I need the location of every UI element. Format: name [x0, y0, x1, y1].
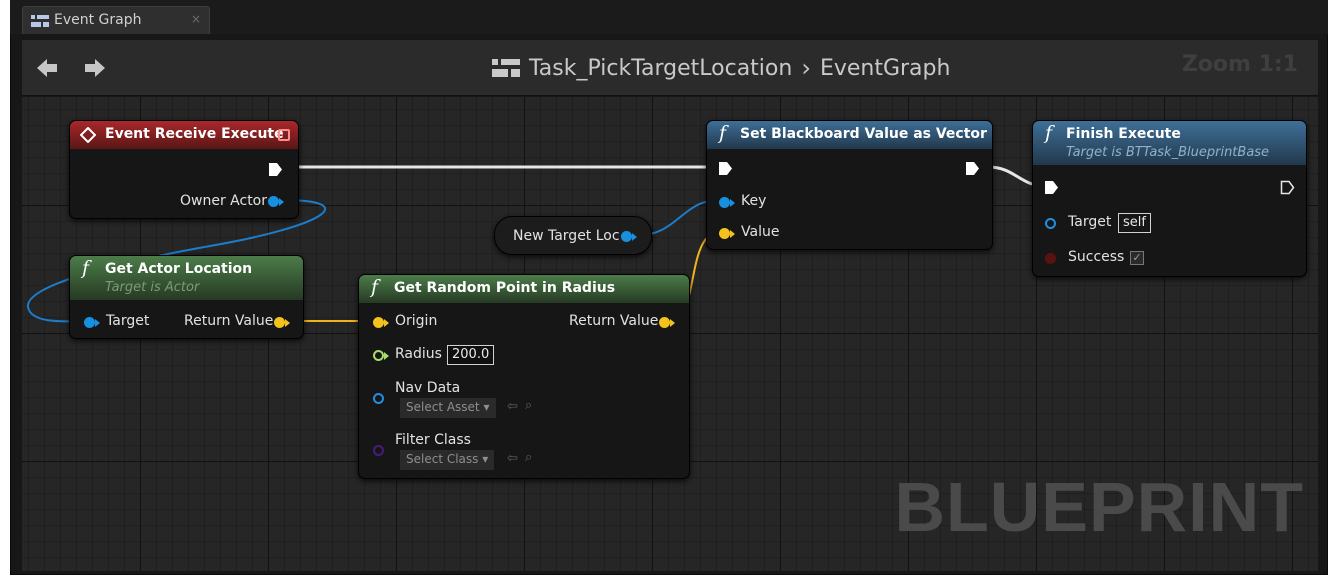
- pin-arrow-icon: [730, 230, 735, 238]
- node-title: Event Receive Execute: [105, 126, 284, 142]
- node-header: f Finish Execute Target is BTTask_Bluepr…: [1033, 121, 1306, 165]
- use-selected-arrow-icon[interactable]: ⇦: [507, 399, 518, 414]
- select-asset-dropdown[interactable]: Select Asset ▾: [400, 398, 496, 418]
- stop-icon: [278, 129, 290, 141]
- node-title: Get Actor Location: [105, 261, 253, 277]
- chevron-down-icon: ▾: [483, 400, 490, 414]
- target-pin[interactable]: [1045, 218, 1056, 229]
- graph-icon: [31, 15, 49, 27]
- pin-label-target: Target: [1068, 214, 1112, 230]
- exec-in-pin[interactable]: [1044, 180, 1059, 195]
- browse-search-icon[interactable]: ⌕: [525, 450, 532, 465]
- node-header: Event Receive Execute: [70, 121, 298, 149]
- event-receive-execute-node[interactable]: Event Receive Execute Owner Actor: [69, 120, 299, 219]
- variable-label: New Target Loc: [513, 228, 620, 244]
- exec-out-pin[interactable]: [965, 161, 980, 176]
- pin-label-owner-actor: Owner Actor: [180, 193, 268, 209]
- pin-label-key: Key: [741, 193, 767, 209]
- node-header: f Get Random Point in Radius: [359, 275, 689, 303]
- pin-label-return-value: Return Value: [569, 313, 659, 329]
- nav-data-pin[interactable]: [373, 393, 384, 404]
- return-value-pin[interactable]: [274, 317, 285, 328]
- key-pin[interactable]: [719, 197, 730, 208]
- node-subtitle: Target is Actor: [105, 280, 200, 295]
- select-class-label: Select Class: [406, 452, 479, 466]
- pin-label-filter-class: Filter Class: [395, 432, 471, 448]
- pin-arrow-icon: [279, 198, 284, 206]
- breadcrumb-graph[interactable]: EventGraph: [820, 56, 951, 81]
- radius-value-input[interactable]: 200.0: [447, 345, 495, 365]
- radius-pin[interactable]: [373, 350, 384, 361]
- owner-actor-pin[interactable]: [268, 196, 279, 207]
- pin-label-origin: Origin: [395, 313, 438, 329]
- pin-arrow-icon: [285, 319, 290, 327]
- blueprint-watermark: BLUEPRINT: [894, 468, 1304, 546]
- back-arrow-icon[interactable]: [34, 55, 60, 81]
- pin-arrow-icon: [95, 319, 100, 327]
- blueprint-graph-icon: [492, 59, 520, 77]
- select-class-dropdown[interactable]: Select Class ▾: [400, 450, 495, 470]
- target-pin[interactable]: [84, 317, 95, 328]
- graph-header: Task_PickTargetLocation › EventGraph Zoo…: [22, 40, 1318, 96]
- pin-label-success: Success: [1068, 249, 1125, 265]
- exec-out-pin[interactable]: [268, 162, 283, 177]
- success-checkbox[interactable]: ✓: [1130, 251, 1144, 265]
- tab-label: Event Graph: [54, 12, 142, 28]
- finish-execute-node[interactable]: f Finish Execute Target is BTTask_Bluepr…: [1032, 120, 1307, 277]
- pin-arrow-icon: [632, 233, 637, 241]
- pin-label-return-value: Return Value: [184, 313, 274, 329]
- node-title: Get Random Point in Radius: [394, 280, 616, 296]
- node-title: Set Blackboard Value as Vector: [740, 126, 987, 142]
- tab-bar: Event Graph ×: [10, 0, 1328, 34]
- target-self-value[interactable]: self: [1118, 213, 1151, 233]
- function-icon: f: [719, 122, 727, 144]
- pin-arrow-icon: [384, 319, 389, 327]
- function-icon: f: [82, 257, 90, 279]
- zoom-level: Zoom 1:1: [1181, 52, 1298, 77]
- breadcrumb: Task_PickTargetLocation › EventGraph: [492, 54, 950, 82]
- pin-label-value: Value: [741, 224, 780, 240]
- select-asset-label: Select Asset: [406, 400, 480, 414]
- node-title: Finish Execute: [1066, 126, 1181, 142]
- filter-class-pin[interactable]: [373, 445, 384, 456]
- node-header: f Get Actor Location Target is Actor: [70, 256, 303, 300]
- tab-close-icon[interactable]: ×: [191, 12, 201, 26]
- get-random-point-node[interactable]: f Get Random Point in Radius Origin Retu…: [358, 274, 690, 479]
- success-pin[interactable]: [1045, 253, 1056, 264]
- tab-event-graph[interactable]: Event Graph ×: [22, 6, 210, 34]
- pin-label-target: Target: [106, 313, 150, 329]
- forward-arrow-icon[interactable]: [82, 55, 108, 81]
- pin-label-radius: Radius: [395, 346, 442, 362]
- event-diamond-icon: [80, 127, 96, 143]
- exec-out-pin-unconnected[interactable]: [1280, 180, 1295, 195]
- new-target-loc-node[interactable]: New Target Loc: [494, 216, 652, 255]
- new-target-loc-pin[interactable]: [621, 231, 632, 242]
- pin-arrow-icon: [730, 199, 735, 207]
- value-pin[interactable]: [719, 228, 730, 239]
- return-value-pin[interactable]: [659, 317, 670, 328]
- exec-in-pin[interactable]: [718, 161, 733, 176]
- use-selected-arrow-icon[interactable]: ⇦: [507, 451, 518, 466]
- breadcrumb-asset[interactable]: Task_PickTargetLocation: [529, 56, 792, 81]
- browse-search-icon[interactable]: ⌕: [525, 398, 532, 413]
- set-blackboard-value-as-vector-node[interactable]: f Set Blackboard Value as Vector Key Val…: [706, 120, 993, 250]
- pin-arrow-icon: [384, 352, 389, 360]
- breadcrumb-separator: ›: [801, 54, 811, 82]
- node-header: f Set Blackboard Value as Vector: [707, 121, 992, 149]
- pin-arrow-icon: [670, 319, 675, 327]
- chevron-down-icon: ▾: [482, 452, 489, 466]
- function-icon: f: [371, 276, 379, 298]
- pin-label-nav-data: Nav Data: [395, 380, 461, 396]
- get-actor-location-node[interactable]: f Get Actor Location Target is Actor Tar…: [69, 255, 304, 339]
- node-subtitle: Target is BTTask_BlueprintBase: [1066, 145, 1270, 160]
- function-icon: f: [1045, 122, 1053, 144]
- origin-pin[interactable]: [373, 317, 384, 328]
